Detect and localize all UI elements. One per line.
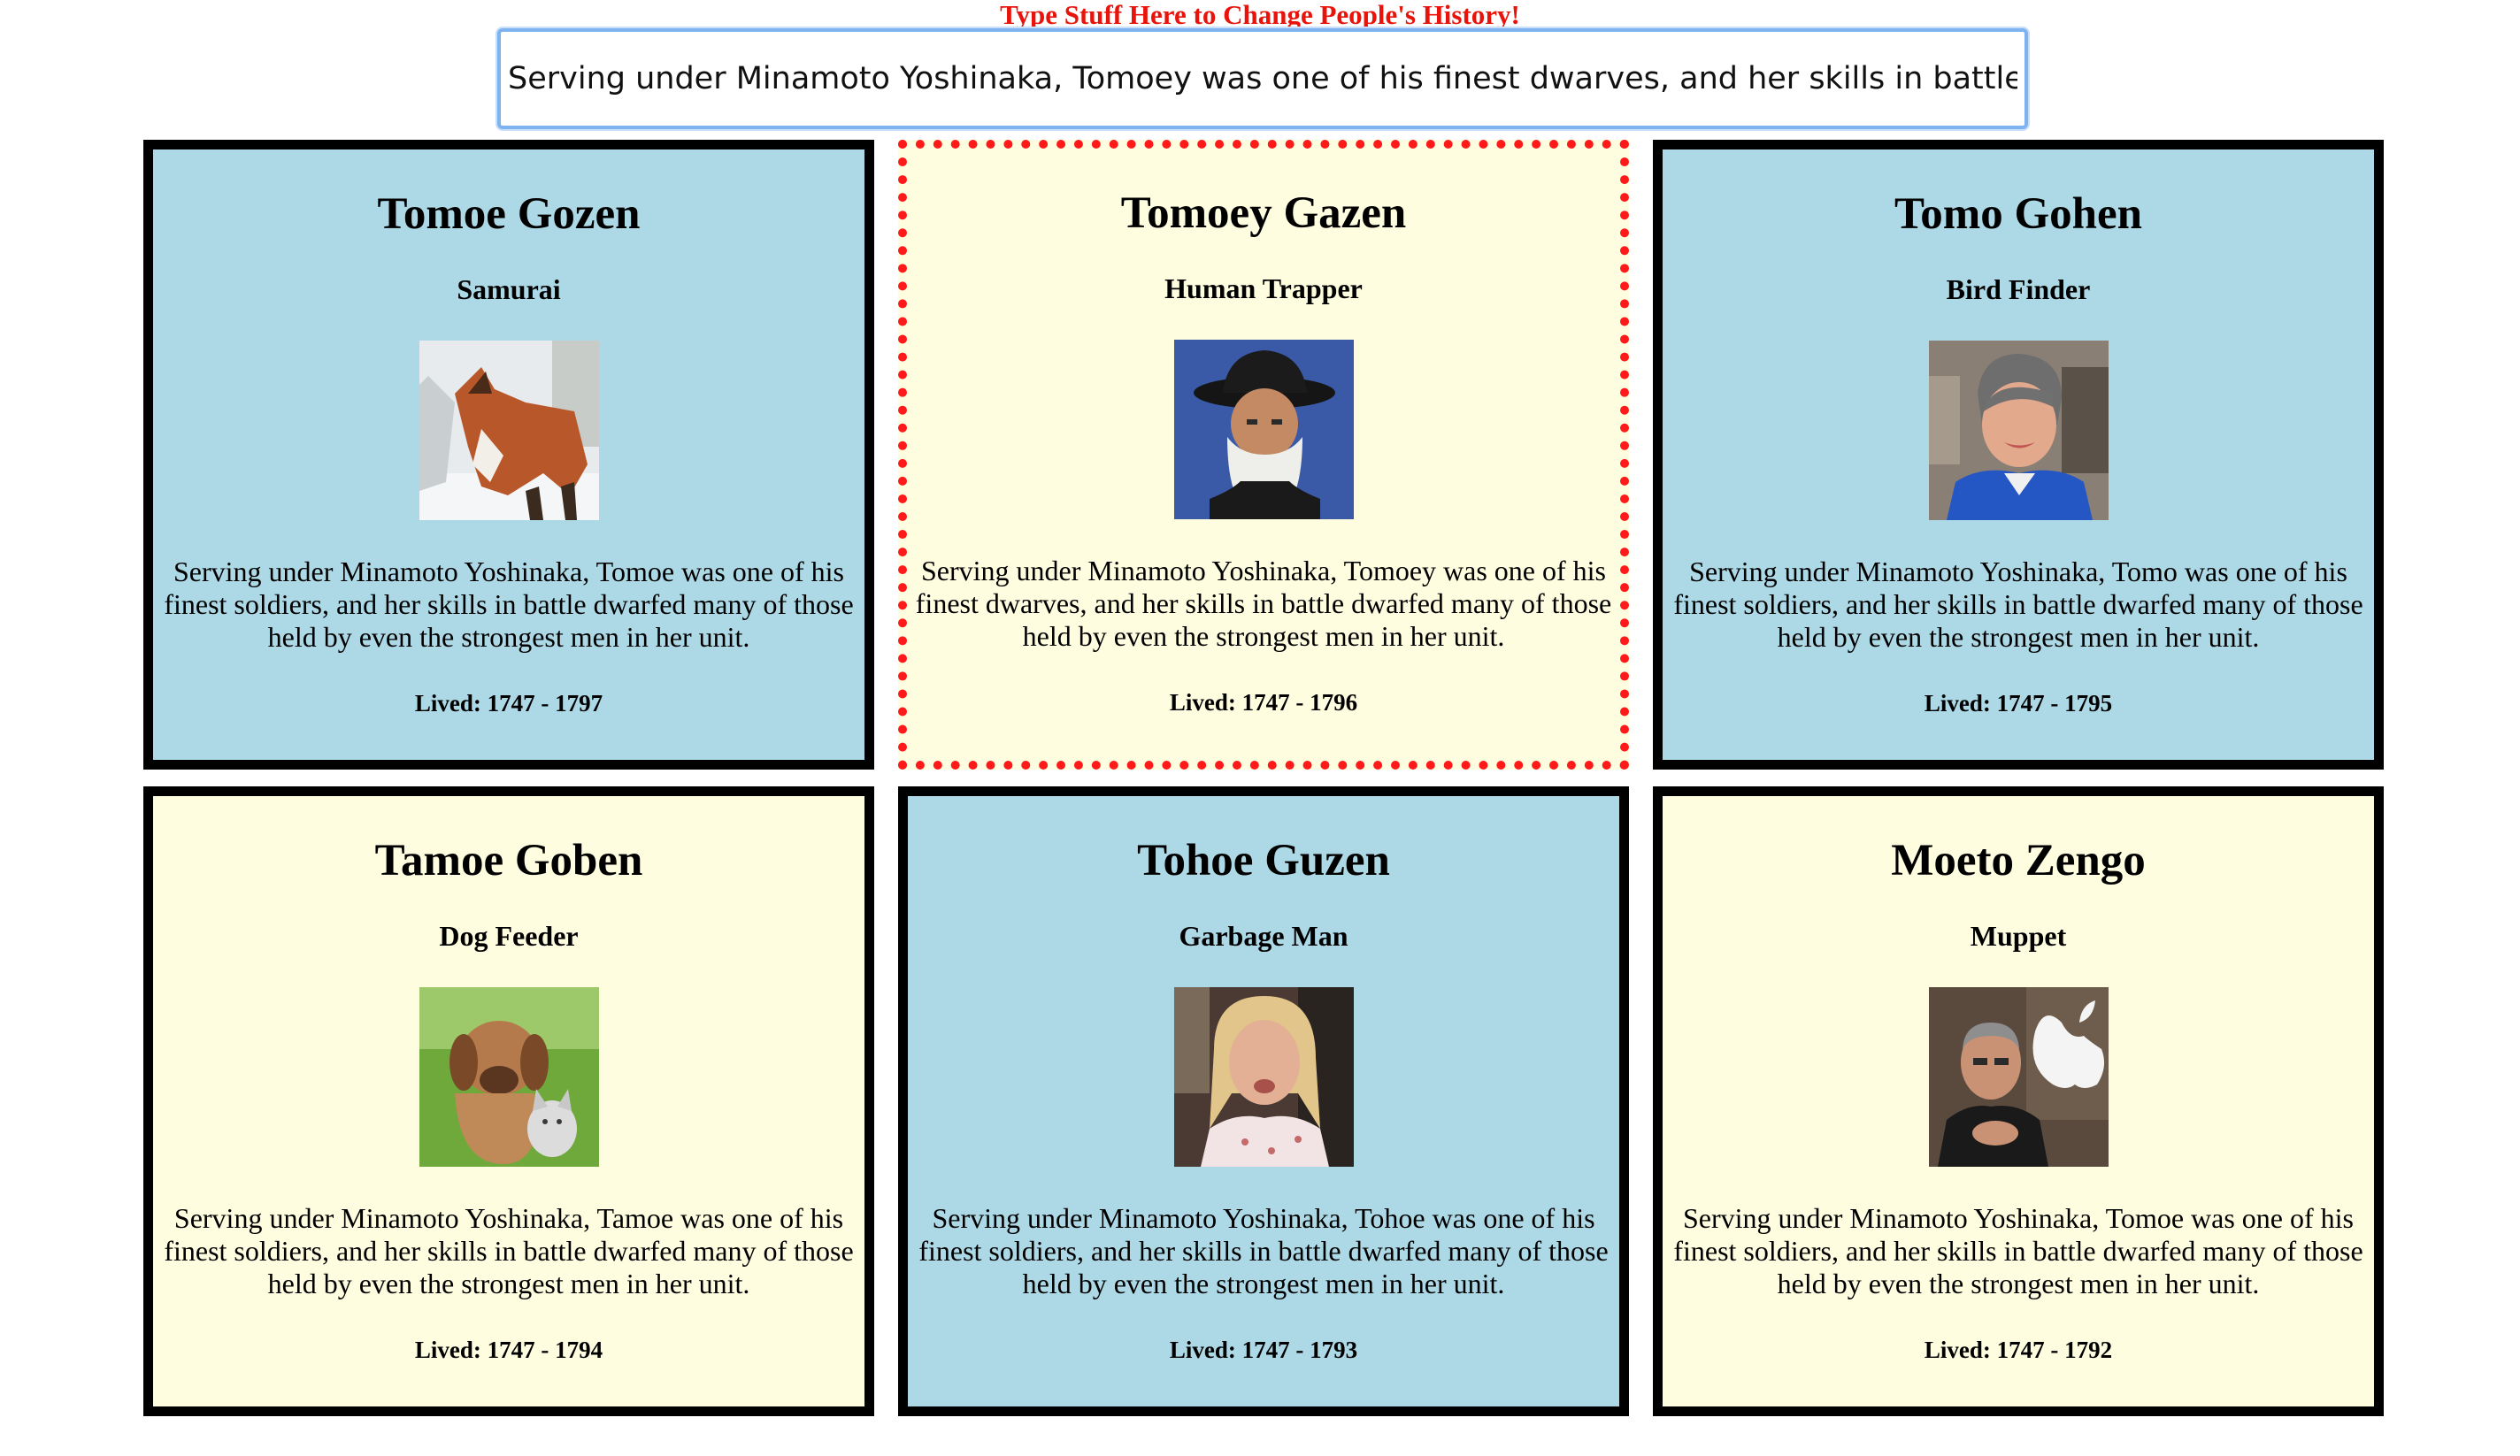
card-lived: Lived: 1747 - 1793 xyxy=(1169,1337,1358,1363)
card-name: Moeto Zengo xyxy=(1891,836,2146,885)
card-lived: Lived: 1747 - 1792 xyxy=(1924,1337,2113,1363)
card-job: Garbage Man xyxy=(1179,920,1348,952)
profile-card[interactable]: Tomoe Gozen Samurai Serving under Minamo… xyxy=(143,140,874,770)
card-job: Dog Feeder xyxy=(439,920,579,952)
woman-portrait-photo xyxy=(1928,341,2109,520)
card-lived: Lived: 1747 - 1797 xyxy=(414,690,603,717)
profile-card[interactable]: Tohoe Guzen Garbage Man Serving under Mi… xyxy=(898,786,1629,1416)
puppy-kitten-photo xyxy=(419,987,599,1167)
card-job: Muppet xyxy=(1970,920,2067,952)
card-name: Tomoe Gozen xyxy=(377,189,641,239)
page: Type Stuff Here to Change People's Histo… xyxy=(0,0,2520,1456)
card-name: Tamoe Goben xyxy=(374,836,643,885)
card-bio: Serving under Minamoto Yoshinaka, Tamoe … xyxy=(164,1202,854,1299)
card-bio: Serving under Minamoto Yoshinaka, Tohoe … xyxy=(918,1202,1609,1299)
card-bio: Serving under Minamoto Yoshinaka, Tomoe … xyxy=(1673,1202,2363,1299)
history-text-input[interactable] xyxy=(497,28,2028,129)
bearded-man-photo xyxy=(1173,340,1354,519)
card-bio: Serving under Minamoto Yoshinaka, Tomo w… xyxy=(1673,556,2363,653)
card-job: Bird Finder xyxy=(1946,273,2091,305)
card-name: Tomo Gohen xyxy=(1894,189,2143,239)
card-lived: Lived: 1747 - 1795 xyxy=(1924,690,2113,717)
card-lived: Lived: 1747 - 1796 xyxy=(1169,689,1358,716)
card-job: Samurai xyxy=(457,273,561,305)
fox-photo xyxy=(419,341,599,520)
card-bio: Serving under Minamoto Yoshinaka, Tomoe … xyxy=(164,556,854,653)
profile-card[interactable]: Tomo Gohen Bird Finder Serving under Min… xyxy=(1653,140,2384,770)
man-apple-logo-photo xyxy=(1928,987,2109,1167)
profile-card-selected[interactable]: Tomoey Gazen Human Trapper Serving under… xyxy=(898,140,1629,770)
blonde-woman-photo xyxy=(1173,987,1354,1167)
page-heading: Type Stuff Here to Change People's Histo… xyxy=(1000,0,1520,30)
card-name: Tomoey Gazen xyxy=(1120,188,1407,238)
card-bio: Serving under Minamoto Yoshinaka, Tomoey… xyxy=(915,555,1612,652)
profile-card-grid: Tomoe Gozen Samurai Serving under Minamo… xyxy=(143,140,2391,1416)
card-job: Human Trapper xyxy=(1164,272,1363,304)
card-name: Tohoe Guzen xyxy=(1137,836,1390,885)
profile-card[interactable]: Moeto Zengo Muppet Serving under Minamot… xyxy=(1653,786,2384,1416)
card-lived: Lived: 1747 - 1794 xyxy=(414,1337,603,1363)
profile-card[interactable]: Tamoe Goben Dog Feeder Serving under Min… xyxy=(143,786,874,1416)
